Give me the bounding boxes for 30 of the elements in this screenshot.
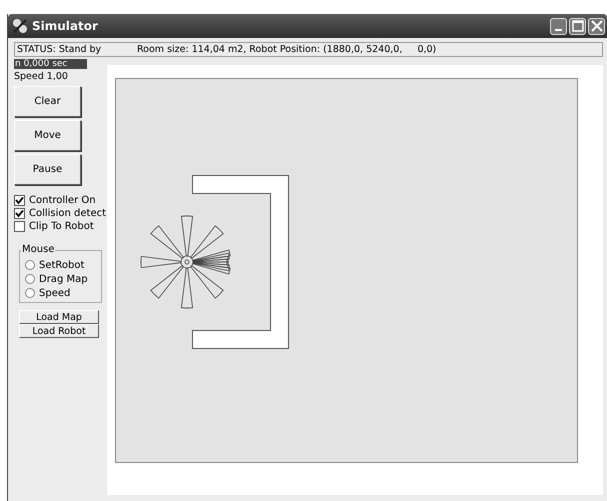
load-button[interactable]: Load Robot <box>19 324 99 338</box>
action-button[interactable]: Move <box>14 120 81 151</box>
radio-button[interactable] <box>25 274 35 284</box>
minimize-icon <box>555 28 562 30</box>
checkbox[interactable] <box>14 220 25 232</box>
close-button[interactable] <box>588 18 605 34</box>
checkbox[interactable] <box>14 208 25 218</box>
close-icon <box>590 20 602 32</box>
radio-label: SetRobot <box>39 260 84 270</box>
time-label: n 0,000 sec <box>14 59 87 69</box>
checkbox-label: Controller On <box>29 194 96 206</box>
group-title: Mouse <box>21 244 56 255</box>
status-info: Room size: 114,04 m2, Robot Position: (1880,0, 5240,0, 0,0) <box>137 44 436 55</box>
action-button[interactable]: Pause <box>14 154 81 185</box>
radio-label: Drag Map <box>39 274 88 284</box>
window-title: Simulator <box>32 19 99 33</box>
radio-label: Speed <box>39 288 70 298</box>
checkbox[interactable] <box>14 194 25 206</box>
maximize-button[interactable] <box>569 18 586 34</box>
minimize-button[interactable] <box>550 18 567 34</box>
checkbox-label: Collision detect <box>29 208 106 218</box>
checkbox-label: Clip To Robot <box>29 220 94 232</box>
app-icon <box>12 18 28 34</box>
status-text: STATUS: Stand by <box>17 44 102 55</box>
maximize-icon <box>572 20 584 32</box>
radio-button[interactable] <box>25 260 35 270</box>
speed-label: Speed 1,00 <box>14 71 69 82</box>
load-button[interactable]: Load Map <box>19 310 99 324</box>
action-button[interactable]: Clear <box>14 86 81 117</box>
radio-button[interactable] <box>25 288 35 298</box>
